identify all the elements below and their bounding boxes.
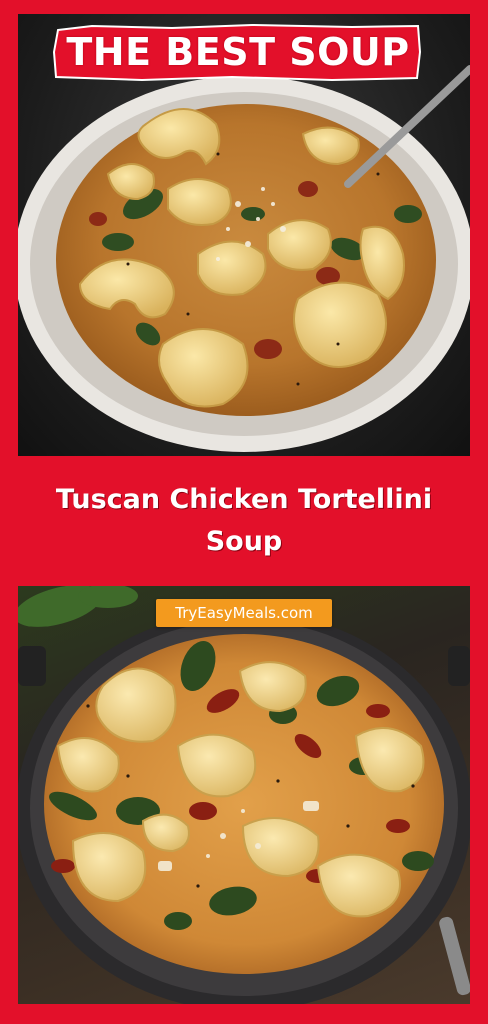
badge-text: THE BEST SOUP	[66, 30, 410, 74]
bottom-soup-photo	[18, 586, 470, 1004]
best-soup-badge: THE BEST SOUP	[52, 22, 424, 82]
soup-pot-illustration	[18, 586, 470, 1004]
recipe-title: Tuscan Chicken Tortellini Soup	[55, 484, 433, 557]
title-band: Tuscan Chicken Tortellini Soup	[0, 456, 488, 586]
site-watermark: TryEasyMeals.com	[156, 599, 332, 627]
